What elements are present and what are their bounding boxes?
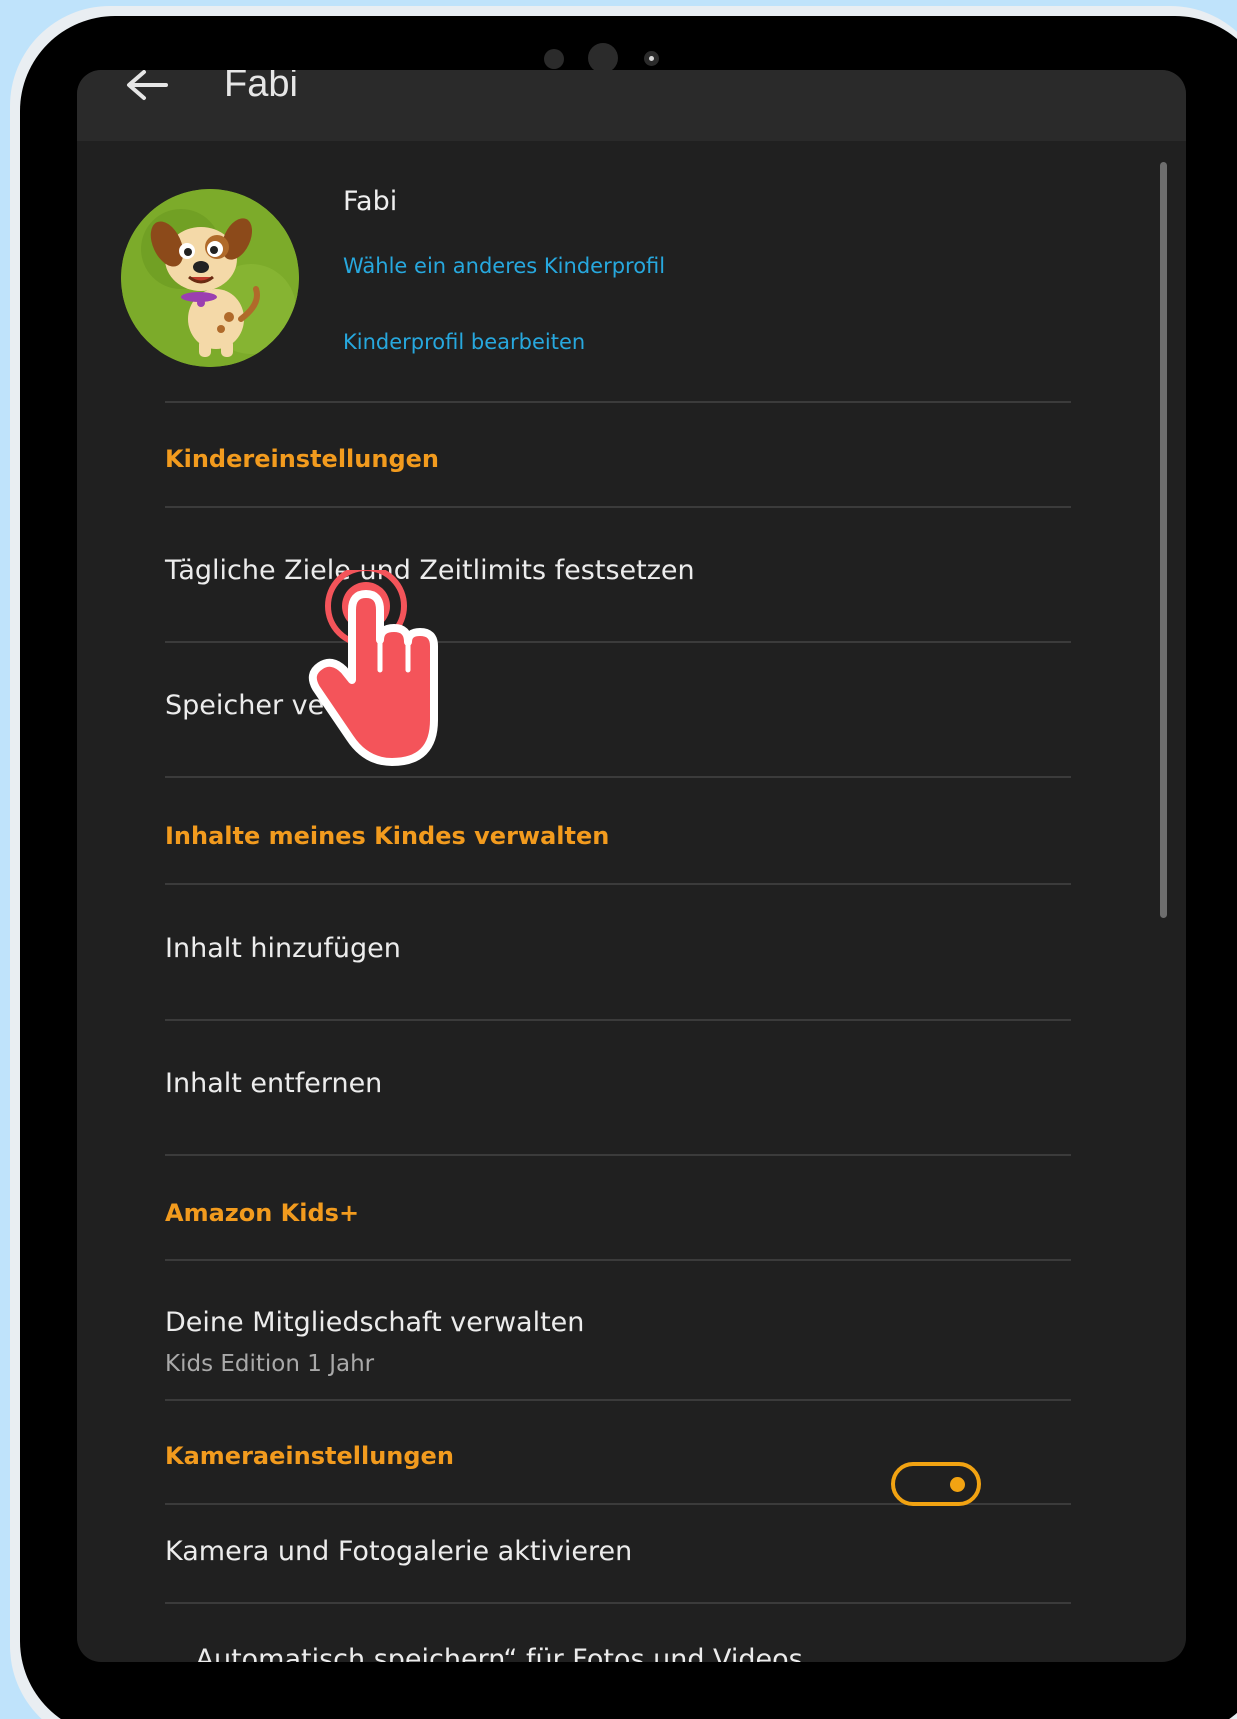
divider bbox=[165, 883, 1071, 885]
page-title: Fabi bbox=[224, 70, 298, 105]
switch-profile-link[interactable]: Wähle ein anderes Kinderprofil bbox=[343, 254, 665, 278]
membership-item[interactable]: Deine Mitgliedschaft verwalten bbox=[165, 1307, 584, 1338]
screen: Fabi Fabi Wähle ein anderes Kinderprofil… bbox=[77, 70, 1186, 1662]
camera-toggle[interactable] bbox=[891, 1462, 981, 1506]
add-content-item[interactable]: Inhalt hinzufügen bbox=[165, 933, 401, 964]
app-bar: Fabi bbox=[77, 70, 1186, 141]
edit-profile-link[interactable]: Kinderprofil bearbeiten bbox=[343, 330, 585, 354]
divider bbox=[165, 1154, 1071, 1156]
toggle-knob bbox=[950, 1477, 965, 1492]
profile-name: Fabi bbox=[343, 186, 398, 217]
membership-subtitle: Kids Edition 1 Jahr bbox=[165, 1351, 375, 1377]
divider bbox=[165, 506, 1071, 508]
remove-content-item[interactable]: Inhalt entfernen bbox=[165, 1068, 382, 1099]
section-content: Inhalte meines Kindes verwalten bbox=[165, 822, 610, 850]
divider bbox=[165, 1602, 1071, 1604]
front-camera bbox=[588, 43, 618, 73]
light-sensor bbox=[644, 51, 659, 66]
section-camera: Kameraeinstellungen bbox=[165, 1442, 454, 1470]
divider bbox=[165, 401, 1071, 403]
divider bbox=[165, 1259, 1071, 1261]
auto-save-item[interactable]: „Automatisch speichern“ für Fotos und Vi… bbox=[181, 1644, 803, 1662]
dog-avatar-icon bbox=[121, 189, 299, 367]
section-kids-plus: Amazon Kids+ bbox=[165, 1199, 360, 1227]
section-kids-settings: Kindereinstellungen bbox=[165, 445, 439, 473]
divider bbox=[165, 1019, 1071, 1021]
sensor-dot bbox=[544, 49, 564, 69]
tap-hand-icon bbox=[308, 570, 438, 766]
scrollbar[interactable] bbox=[1160, 162, 1167, 918]
back-arrow-icon[interactable] bbox=[122, 70, 170, 106]
divider bbox=[165, 1399, 1071, 1401]
avatar bbox=[121, 189, 299, 367]
camera-gallery-item[interactable]: Kamera und Fotogalerie aktivieren bbox=[165, 1536, 632, 1567]
